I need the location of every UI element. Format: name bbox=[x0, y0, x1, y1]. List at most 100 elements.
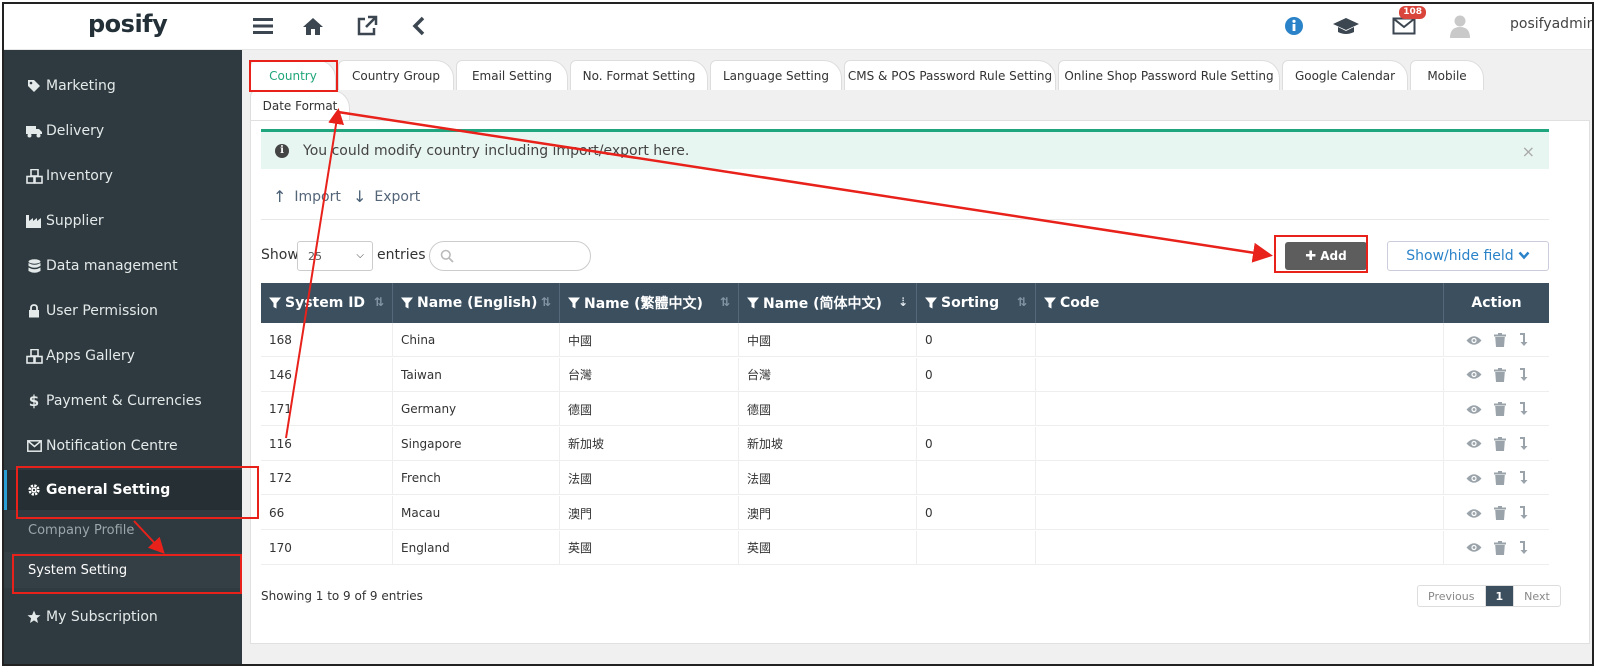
sidebar-item-general-setting[interactable]: General Setting bbox=[4, 470, 242, 510]
tab-google-calendar[interactable]: Google Calendar bbox=[1282, 60, 1408, 90]
tab-date-format[interactable]: Date Format bbox=[250, 90, 350, 120]
delete-trash-icon[interactable] bbox=[1494, 506, 1506, 520]
import-label: Import bbox=[294, 188, 341, 205]
sidebar-item-notification-centre[interactable]: Notification Centre bbox=[4, 426, 242, 466]
table-row: 146 Taiwan 台灣 台灣 0 bbox=[261, 357, 1549, 392]
filter-icon bbox=[401, 297, 413, 309]
sort-icon[interactable]: ⇅ bbox=[541, 295, 551, 309]
export-link[interactable]: ↓ Export bbox=[353, 187, 420, 206]
view-eye-icon[interactable] bbox=[1466, 369, 1482, 380]
tab-country[interactable]: Country bbox=[250, 60, 336, 90]
back-chevron-icon[interactable] bbox=[412, 12, 426, 40]
show-label: Show bbox=[261, 247, 299, 263]
sidebar-item-supplier[interactable]: Supplier bbox=[4, 201, 242, 241]
showing-entries: Showing 1 to 9 of 9 entries bbox=[261, 589, 423, 603]
table-cell: 172 bbox=[261, 461, 393, 496]
table-cell: 中國 bbox=[560, 323, 739, 357]
tab-email-setting[interactable]: Email Setting bbox=[456, 60, 568, 90]
delete-trash-icon[interactable] bbox=[1494, 367, 1506, 382]
sidebar-item-label: Apps Gallery bbox=[46, 348, 135, 364]
column-name-english[interactable]: Name (English) ⇅ bbox=[393, 283, 560, 323]
import-link[interactable]: ↑ Import bbox=[273, 187, 341, 206]
view-eye-icon[interactable] bbox=[1466, 508, 1482, 519]
column-sorting[interactable]: Sorting ⇅ bbox=[917, 283, 1036, 323]
tab-no-format-setting[interactable]: No. Format Setting bbox=[570, 60, 708, 90]
sidebar-item-payment[interactable]: $ Payment & Currencies bbox=[4, 381, 242, 421]
page-1-button[interactable]: 1 bbox=[1485, 586, 1515, 606]
close-icon[interactable]: × bbox=[1522, 142, 1535, 161]
sidebar-item-user-permission[interactable]: User Permission bbox=[4, 291, 242, 331]
graduation-cap-icon[interactable] bbox=[1332, 12, 1360, 40]
tab-cms-pos-password[interactable]: CMS & POS Password Rule Setting bbox=[844, 60, 1056, 90]
sort-icon[interactable]: ⇅ bbox=[720, 295, 730, 309]
delete-trash-icon[interactable] bbox=[1494, 333, 1506, 347]
menu-icon[interactable] bbox=[252, 12, 274, 40]
table-cell: 法國 bbox=[739, 461, 917, 496]
sidebar-sub-system-setting[interactable]: System Setting bbox=[4, 552, 242, 588]
table-cell: 168 bbox=[261, 323, 393, 357]
delete-trash-icon[interactable] bbox=[1494, 436, 1506, 451]
posify-logo[interactable]: posify bbox=[88, 10, 168, 38]
sidebar-item-delivery[interactable]: Delivery bbox=[4, 111, 242, 151]
sort-icon[interactable]: ⇅ bbox=[1017, 295, 1027, 309]
row-actions bbox=[1445, 358, 1549, 392]
table-cell bbox=[1036, 357, 1444, 392]
user-name[interactable]: posifyadmin bbox=[1510, 16, 1592, 32]
column-code[interactable]: Code bbox=[1036, 283, 1444, 323]
column-name-traditional[interactable]: Name (繁體中文) ⇅ bbox=[560, 283, 739, 323]
info-icon[interactable] bbox=[1284, 12, 1304, 40]
sidebar-item-label: Data management bbox=[46, 258, 178, 274]
sidebar-item-marketing[interactable]: Marketing bbox=[4, 66, 242, 106]
filter-icon bbox=[1044, 297, 1056, 309]
table-cell: 澳門 bbox=[560, 496, 739, 530]
column-name-simplified[interactable]: Name (简体中文) ⇣ bbox=[739, 283, 917, 323]
entries-select[interactable]: 25 ⌵ bbox=[297, 241, 373, 271]
table-cell: 新加坡 bbox=[560, 426, 739, 461]
filter-icon bbox=[269, 297, 281, 309]
home-icon[interactable] bbox=[302, 12, 324, 40]
sidebar-item-apps-gallery[interactable]: Apps Gallery bbox=[4, 336, 242, 376]
tab-language-setting[interactable]: Language Setting bbox=[710, 60, 842, 90]
envelope-icon bbox=[24, 440, 44, 452]
tab-mobile[interactable]: Mobile bbox=[1410, 60, 1484, 90]
move-arrow-icon[interactable] bbox=[1518, 436, 1528, 451]
move-arrow-icon[interactable] bbox=[1518, 506, 1528, 520]
view-eye-icon[interactable] bbox=[1466, 542, 1482, 553]
move-arrow-icon[interactable] bbox=[1518, 367, 1528, 382]
cubes-icon bbox=[24, 168, 44, 184]
search-input[interactable] bbox=[429, 241, 591, 271]
view-eye-icon[interactable] bbox=[1466, 335, 1482, 346]
notification-badge: 108 bbox=[1399, 6, 1426, 19]
move-arrow-icon[interactable] bbox=[1518, 402, 1528, 416]
column-system-id[interactable]: System ID ⇅ bbox=[261, 283, 393, 323]
sort-desc-icon[interactable]: ⇣ bbox=[898, 295, 908, 309]
external-link-icon[interactable] bbox=[356, 12, 378, 40]
view-eye-icon[interactable] bbox=[1466, 438, 1482, 449]
sidebar-item-data-management[interactable]: Data management bbox=[4, 246, 242, 286]
view-eye-icon[interactable] bbox=[1466, 404, 1482, 415]
delete-trash-icon[interactable] bbox=[1494, 540, 1506, 555]
move-arrow-icon[interactable] bbox=[1518, 333, 1528, 347]
show-hide-field-button[interactable]: Show/hide field bbox=[1387, 241, 1549, 271]
entries-label: entries bbox=[377, 247, 426, 263]
sidebar-item-inventory[interactable]: Inventory bbox=[4, 156, 242, 196]
delete-trash-icon[interactable] bbox=[1494, 402, 1506, 417]
add-label: Add bbox=[1320, 249, 1347, 263]
move-arrow-icon[interactable] bbox=[1518, 540, 1528, 555]
table-cell: 66 bbox=[261, 496, 393, 530]
sidebar-sub-company-profile[interactable]: Company Profile bbox=[4, 512, 242, 548]
sort-icon[interactable]: ⇅ bbox=[374, 295, 384, 309]
table-cell: 0 bbox=[917, 323, 1036, 357]
delete-trash-icon[interactable] bbox=[1494, 471, 1506, 486]
next-button[interactable]: Next bbox=[1514, 586, 1560, 606]
move-arrow-icon[interactable] bbox=[1518, 471, 1528, 485]
tab-country-group[interactable]: Country Group bbox=[338, 60, 454, 90]
avatar-icon[interactable] bbox=[1450, 12, 1470, 40]
search-icon bbox=[440, 249, 454, 267]
mail-icon[interactable]: 108 bbox=[1392, 6, 1426, 40]
previous-button[interactable]: Previous bbox=[1418, 586, 1486, 606]
tab-online-shop-password[interactable]: Online Shop Password Rule Setting bbox=[1058, 60, 1280, 90]
sidebar-item-my-subscription[interactable]: My Subscription bbox=[4, 597, 242, 637]
view-eye-icon[interactable] bbox=[1466, 473, 1482, 484]
add-button[interactable]: ✚ Add bbox=[1285, 242, 1367, 270]
